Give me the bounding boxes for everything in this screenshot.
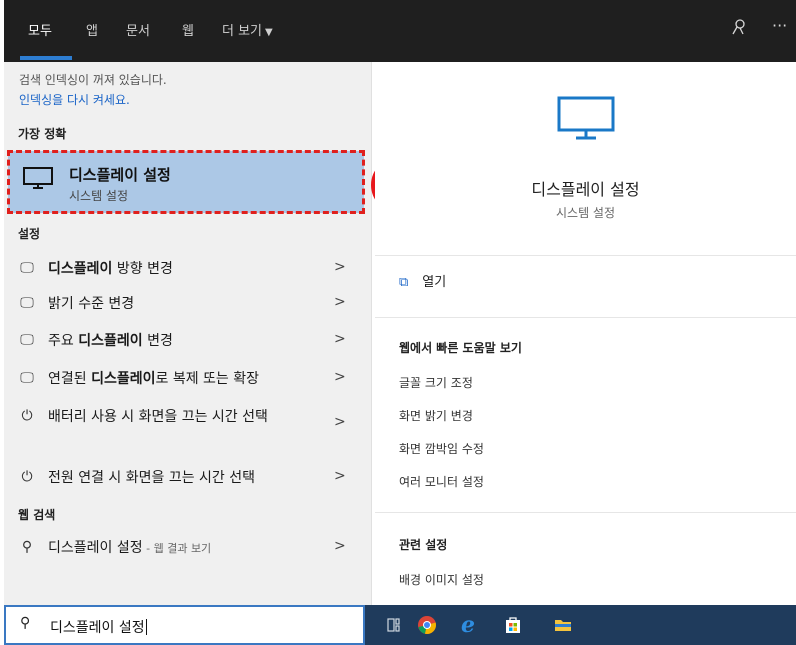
settings-item[interactable]: ⏻ 배터리 사용 시 화면을 끄는 시간 선택 >: [4, 400, 372, 448]
task-view-icon[interactable]: [385, 615, 405, 635]
chevron-right-icon: >: [334, 468, 346, 484]
quick-help-link[interactable]: 화면 밝기 변경: [399, 407, 473, 424]
best-match-title: 디스플레이 설정: [69, 166, 171, 184]
search-box[interactable]: ⚲ 디스플레이 설정: [4, 605, 365, 645]
monitor-icon: 🖵: [20, 370, 34, 386]
chevron-right-icon: >: [334, 538, 346, 554]
quick-help-header: 웹에서 빠른 도움말 보기: [399, 341, 522, 355]
store-icon[interactable]: [503, 615, 523, 635]
power-icon: ⏻: [21, 408, 33, 424]
settings-item[interactable]: 🖵 밝기 수준 변경 >: [4, 287, 372, 321]
search-input[interactable]: 디스플레이 설정: [50, 617, 147, 637]
more-options-icon[interactable]: ···: [772, 16, 787, 35]
monitor-icon: 🖵: [20, 332, 34, 348]
indexing-off-notice: 검색 인덱싱이 꺼져 있습니다.: [19, 73, 167, 87]
tab-more-label: 더 보기: [222, 24, 263, 39]
file-explorer-icon[interactable]: [553, 615, 573, 635]
detail-panel: 디스플레이 설정 시스템 설정 ⧉ 열기 웹에서 빠른 도움말 보기 글꼴 크기 …: [375, 71, 796, 605]
feedback-icon[interactable]: [730, 18, 748, 40]
detail-title: 디스플레이 설정: [531, 180, 640, 199]
settings-item[interactable]: 🖵 주요 디스플레이 변경 >: [4, 324, 372, 358]
detail-subtitle: 시스템 설정: [555, 206, 615, 220]
chevron-right-icon: >: [334, 294, 346, 310]
settings-item-label: 주요 디스플레이 변경: [48, 333, 173, 349]
monitor-icon: 🖵: [20, 295, 34, 311]
web-search-header: 웹 검색: [18, 508, 56, 522]
open-external-icon: ⧉: [399, 275, 409, 290]
monitor-icon: [22, 165, 54, 195]
tab-all[interactable]: 모두: [28, 20, 52, 39]
monitor-icon: 🖵: [20, 260, 34, 276]
quick-help-link[interactable]: 글꼴 크기 조정: [399, 374, 473, 391]
open-label: 열기: [422, 275, 447, 290]
search-scope-bar: 모두 앱 문서 웹 더 보기 ▼ ···: [4, 0, 796, 62]
tab-apps[interactable]: 앱: [86, 20, 98, 39]
search-icon: ⚲: [21, 539, 33, 555]
chevron-right-icon: >: [334, 369, 346, 385]
related-setting-link[interactable]: 배경 이미지 설정: [399, 571, 484, 588]
caret-down-icon: ▼: [265, 27, 273, 38]
chevron-right-icon: >: [334, 259, 346, 275]
settings-item-label: 밝기 수준 변경: [48, 296, 135, 312]
divider: [375, 512, 796, 513]
divider: [375, 255, 796, 256]
tab-more[interactable]: 더 보기 ▼: [222, 20, 273, 39]
results-panel: 검색 인덱싱이 꺼져 있습니다. 인덱싱을 다시 켜세요. 가장 정확 디스플레…: [4, 62, 372, 605]
divider: [375, 317, 796, 318]
tab-documents[interactable]: 문서: [126, 20, 150, 39]
chevron-right-icon: >: [334, 414, 346, 430]
settings-item-label: 디스플레이 방향 변경: [48, 261, 173, 277]
chrome-icon[interactable]: [417, 615, 437, 635]
settings-item[interactable]: 🖵 연결된 디스플레이로 복제 또는 확장 >: [4, 362, 372, 396]
related-settings-header: 관련 설정: [399, 538, 448, 552]
enable-indexing-link[interactable]: 인덱싱을 다시 켜세요.: [19, 91, 130, 108]
chevron-right-icon: >: [334, 331, 346, 347]
settings-item-label: 배터리 사용 시 화면을 끄는 시간 선택: [48, 409, 268, 425]
edge-icon[interactable]: e: [460, 612, 480, 638]
best-match-subtitle: 시스템 설정: [69, 189, 129, 203]
settings-item-label: 전원 연결 시 화면을 끄는 시간 선택: [48, 470, 256, 486]
svg-text:e: e: [461, 615, 475, 635]
settings-item[interactable]: 🖵 디스플레이 방향 변경 >: [4, 252, 372, 286]
monitor-icon: [556, 95, 616, 147]
taskbar: e: [365, 605, 796, 645]
search-icon: ⚲: [20, 615, 31, 631]
power-icon: ⏻: [21, 469, 33, 485]
tab-web[interactable]: 웹: [182, 20, 194, 39]
active-tab-indicator: [20, 56, 72, 60]
settings-header: 설정: [18, 227, 41, 241]
web-search-item[interactable]: ⚲ 디스플레이 설정 - 웹 결과 보기 >: [4, 531, 372, 565]
text-cursor: [145, 619, 147, 635]
quick-help-link[interactable]: 화면 깜박임 수정: [399, 440, 484, 457]
web-search-label: 디스플레이 설정 - 웹 결과 보기: [48, 540, 212, 556]
best-match-header: 가장 정확: [18, 127, 67, 141]
open-button[interactable]: ⧉ 열기: [399, 271, 446, 290]
best-match-item[interactable]: 디스플레이 설정 시스템 설정: [8, 151, 364, 213]
settings-item-label: 연결된 디스플레이로 복제 또는 확장: [48, 371, 260, 387]
quick-help-link[interactable]: 여러 모니터 설정: [399, 473, 484, 490]
settings-item[interactable]: ⏻ 전원 연결 시 화면을 끄는 시간 선택 >: [4, 461, 372, 495]
